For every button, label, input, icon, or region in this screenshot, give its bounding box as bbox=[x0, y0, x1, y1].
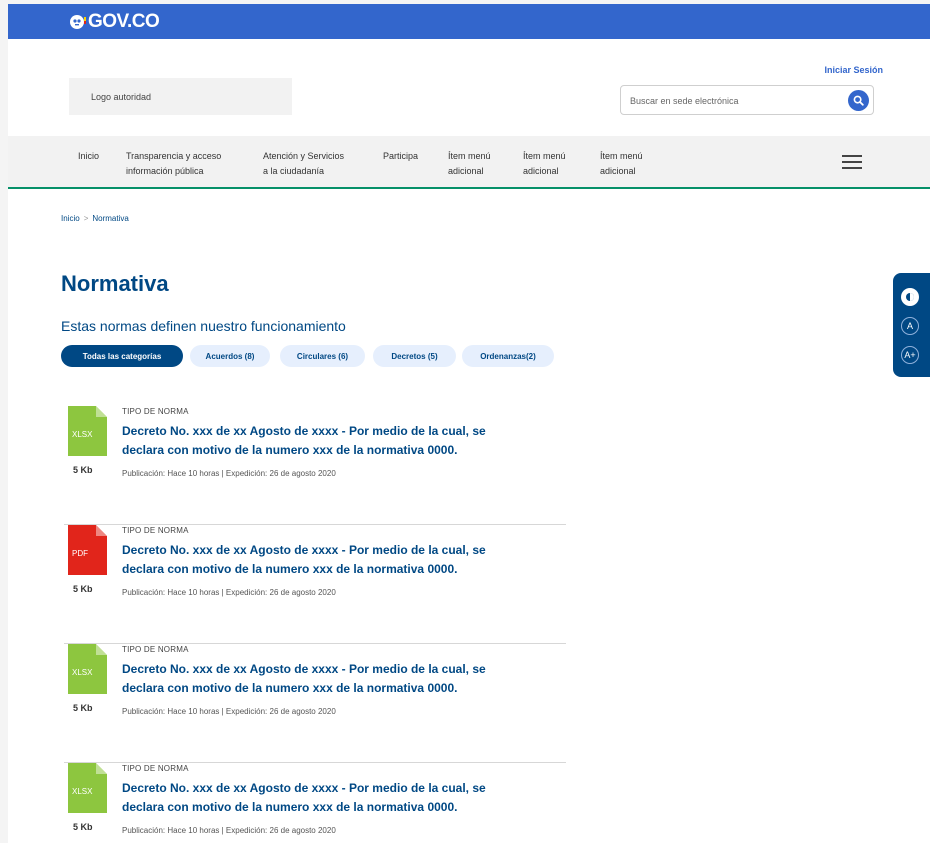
breadcrumb-separator: > bbox=[83, 214, 89, 223]
nav-item-adicional-2[interactable]: Ítem menú adicional bbox=[523, 149, 566, 179]
nav-item-label: Ítem menú bbox=[600, 151, 643, 161]
document-meta: Publicación: Hace 10 horas | Expedición:… bbox=[122, 588, 336, 597]
filter-chip-all[interactable]: Todas las categorías bbox=[61, 345, 183, 367]
svg-text:XLSX: XLSX bbox=[72, 787, 93, 796]
document-meta: Publicación: Hace 10 horas | Expedición:… bbox=[122, 469, 336, 478]
gov-top-bar: GOV.CO bbox=[8, 4, 930, 39]
nav-item-adicional-3[interactable]: Ítem menú adicional bbox=[600, 149, 643, 179]
pdf-file-icon[interactable]: PDF bbox=[68, 525, 107, 575]
gov-shield-icon bbox=[70, 15, 86, 29]
document-title-line: Decreto No. xxx de xx Agosto de xxxx - P… bbox=[122, 781, 486, 795]
document-title-line: declara con motivo de la numero xxx de l… bbox=[122, 800, 458, 814]
authority-logo-label: Logo autoridad bbox=[91, 91, 152, 102]
nav-item-label: a la ciudadanía bbox=[263, 166, 325, 176]
nav-item-label: adicional bbox=[600, 166, 636, 176]
accessibility-toolbar: A A+ bbox=[893, 273, 930, 377]
filter-chip-decretos[interactable]: Decretos (5) bbox=[373, 345, 456, 367]
document-title-link[interactable]: Decreto No. xxx de xx Agosto de xxxx - P… bbox=[122, 660, 562, 698]
page-subtitle: Estas normas definen nuestro funcionamie… bbox=[61, 318, 346, 334]
file-size: 5 Kb bbox=[73, 465, 93, 475]
document-title-link[interactable]: Decreto No. xxx de xx Agosto de xxxx - P… bbox=[122, 779, 562, 817]
document-title-line: Decreto No. xxx de xx Agosto de xxxx - P… bbox=[122, 662, 486, 676]
increase-text-icon[interactable]: A+ bbox=[901, 346, 919, 364]
search-button[interactable] bbox=[848, 90, 869, 111]
file-size: 5 Kb bbox=[73, 703, 93, 713]
filter-chip-circulares[interactable]: Circulares (6) bbox=[280, 345, 365, 367]
search-box bbox=[620, 85, 874, 115]
svg-text:XLSX: XLSX bbox=[72, 430, 93, 439]
nav-item-inicio[interactable]: Inicio bbox=[78, 149, 99, 164]
document-title-line: declara con motivo de la numero xxx de l… bbox=[122, 562, 458, 576]
filter-chip-ordenanzas[interactable]: Ordenanzas(2) bbox=[462, 345, 554, 367]
nav-item-participa[interactable]: Participa bbox=[383, 149, 418, 164]
document-type-label: TIPO DE NORMA bbox=[122, 407, 189, 416]
nav-item-label: Ítem menú bbox=[448, 151, 491, 161]
document-type-label: TIPO DE NORMA bbox=[122, 645, 189, 654]
decrease-text-icon[interactable]: A bbox=[901, 317, 919, 335]
document-type-label: TIPO DE NORMA bbox=[122, 526, 189, 535]
nav-item-adicional-1[interactable]: Ítem menú adicional bbox=[448, 149, 491, 179]
list-item: XLSX 5 Kb TIPO DE NORMA Decreto No. xxx … bbox=[64, 406, 566, 525]
main-navigation: Inicio Transparencia y acceso informació… bbox=[8, 136, 930, 189]
authority-logo-placeholder: Logo autoridad bbox=[69, 78, 292, 115]
list-item: XLSX 5 Kb TIPO DE NORMA Decreto No. xxx … bbox=[64, 644, 566, 763]
page-title: Normativa bbox=[61, 271, 169, 296]
nav-item-label: Participa bbox=[383, 151, 419, 161]
svg-text:XLSX: XLSX bbox=[72, 668, 93, 677]
svg-text:PDF: PDF bbox=[72, 549, 88, 558]
nav-item-label: Atención y Servicios bbox=[263, 151, 345, 161]
nav-item-label: Ítem menú bbox=[523, 151, 566, 161]
nav-item-label: información pública bbox=[126, 166, 204, 176]
document-title-line: Decreto No. xxx de xx Agosto de xxxx - P… bbox=[122, 543, 486, 557]
search-input[interactable] bbox=[630, 93, 830, 109]
document-title-link[interactable]: Decreto No. xxx de xx Agosto de xxxx - P… bbox=[122, 422, 562, 460]
list-item: XLSX 5 Kb TIPO DE NORMA Decreto No. xxx … bbox=[64, 763, 566, 843]
nav-item-transparencia[interactable]: Transparencia y acceso información públi… bbox=[126, 149, 221, 179]
nav-item-label: Transparencia y acceso bbox=[126, 151, 222, 161]
filter-chip-acuerdos[interactable]: Acuerdos (8) bbox=[190, 345, 270, 367]
document-title-line: Decreto No. xxx de xx Agosto de xxxx - P… bbox=[122, 424, 486, 438]
breadcrumb-home[interactable]: Inicio bbox=[61, 214, 80, 223]
gov-co-logo[interactable]: GOV.CO bbox=[69, 11, 160, 33]
document-meta: Publicación: Hace 10 horas | Expedición:… bbox=[122, 826, 336, 835]
document-meta: Publicación: Hace 10 horas | Expedición:… bbox=[122, 707, 336, 716]
list-item: PDF 5 Kb TIPO DE NORMA Decreto No. xxx d… bbox=[64, 525, 566, 644]
file-size: 5 Kb bbox=[73, 822, 93, 832]
nav-item-label: adicional bbox=[448, 166, 484, 176]
gov-logo-text: GOV.CO bbox=[88, 11, 160, 32]
contrast-icon[interactable] bbox=[901, 288, 919, 306]
breadcrumb: Inicio > Normativa bbox=[61, 214, 129, 223]
document-type-label: TIPO DE NORMA bbox=[122, 764, 189, 773]
document-title-line: declara con motivo de la numero xxx de l… bbox=[122, 681, 458, 695]
login-link[interactable]: Iniciar Sesión bbox=[824, 65, 883, 75]
breadcrumb-current: Normativa bbox=[92, 214, 129, 223]
page: GOV.CO Iniciar Sesión Logo autoridad Ini… bbox=[8, 4, 930, 843]
file-size: 5 Kb bbox=[73, 584, 93, 594]
nav-item-label: Inicio bbox=[78, 151, 100, 161]
xlsx-file-icon[interactable]: XLSX bbox=[68, 763, 107, 813]
document-title-line: declara con motivo de la numero xxx de l… bbox=[122, 443, 458, 457]
nav-item-atencion[interactable]: Atención y Servicios a la ciudadanía bbox=[263, 149, 344, 179]
nav-item-label: adicional bbox=[523, 166, 559, 176]
xlsx-file-icon[interactable]: XLSX bbox=[68, 644, 107, 694]
hamburger-menu-icon[interactable] bbox=[842, 155, 862, 169]
document-title-link[interactable]: Decreto No. xxx de xx Agosto de xxxx - P… bbox=[122, 541, 562, 579]
xlsx-file-icon[interactable]: XLSX bbox=[68, 406, 107, 456]
search-icon bbox=[853, 95, 864, 106]
